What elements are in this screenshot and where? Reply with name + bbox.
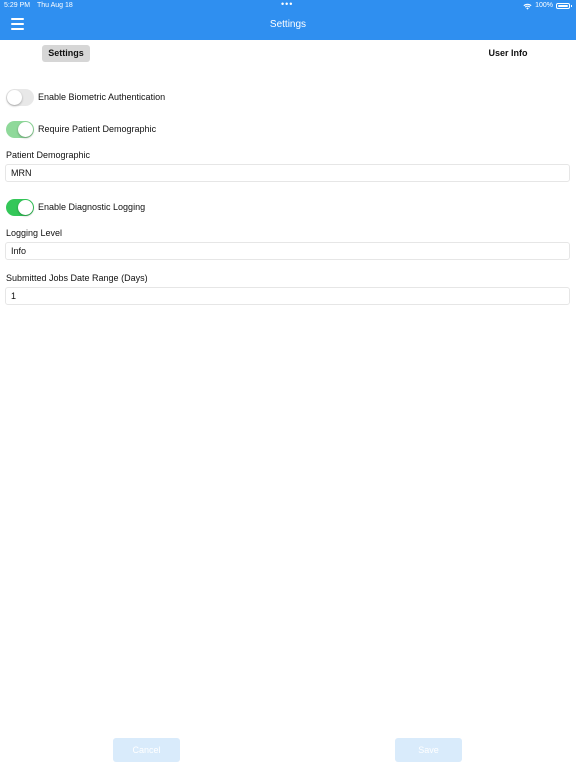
require-demographic-label: Require Patient Demographic: [38, 124, 157, 134]
diagnostic-logging-toggle[interactable]: [6, 198, 34, 216]
status-time: 5:29 PM: [4, 2, 31, 9]
tab-user-info[interactable]: User Info: [486, 45, 530, 62]
logging-level-label: Logging Level: [6, 228, 63, 238]
biometric-row: Enable Biometric Authentication: [6, 88, 165, 106]
date-range-field[interactable]: [5, 287, 570, 305]
diagnostic-logging-label: Enable Diagnostic Logging: [38, 202, 146, 212]
battery-percent: 100%: [535, 2, 553, 9]
require-demographic-toggle[interactable]: [6, 120, 34, 138]
status-right: 100%: [523, 2, 572, 10]
patient-demographic-field[interactable]: [5, 164, 570, 182]
tab-settings[interactable]: Settings: [42, 45, 90, 62]
navigation-bar: 5:29 PM Thu Aug 18 ••• 100% Settings: [0, 0, 576, 40]
biometric-label: Enable Biometric Authentication: [38, 92, 166, 102]
page-title: Settings: [269, 19, 307, 30]
date-range-label: Submitted Jobs Date Range (Days): [6, 273, 148, 283]
patient-demographic-label: Patient Demographic: [6, 150, 91, 160]
save-button[interactable]: Save: [395, 738, 462, 762]
battery-icon: [556, 3, 572, 9]
wifi-icon: [523, 3, 532, 10]
diagnostic-logging-row: Enable Diagnostic Logging: [6, 198, 145, 216]
multitasking-dots[interactable]: •••: [281, 0, 293, 9]
cancel-button[interactable]: Cancel: [113, 738, 180, 762]
biometric-toggle[interactable]: [6, 88, 34, 106]
require-demographic-row: Require Patient Demographic: [6, 120, 156, 138]
logging-level-field[interactable]: [5, 242, 570, 260]
status-date: Thu Aug 18: [37, 2, 73, 9]
